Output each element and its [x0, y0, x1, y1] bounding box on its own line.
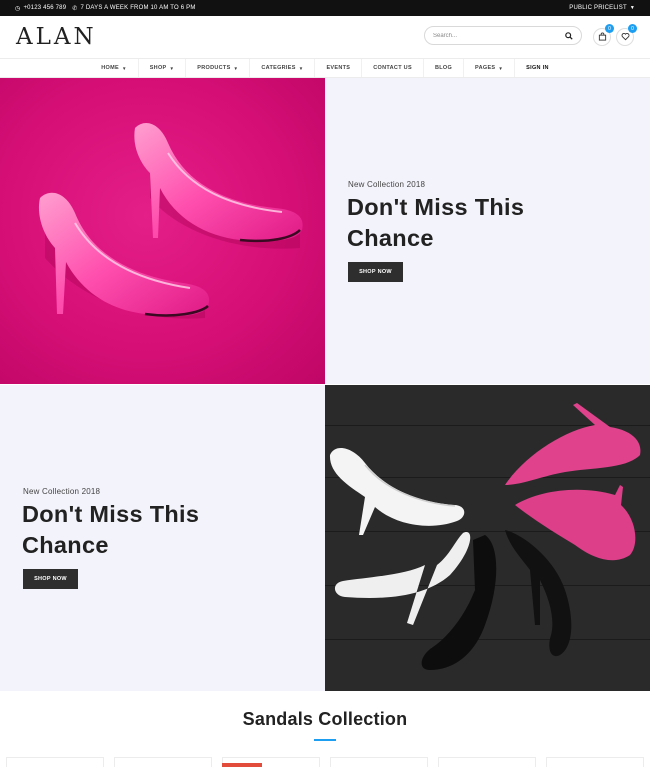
nav-label: SHOP [149, 65, 167, 71]
cart-count-badge: 0 [605, 24, 614, 33]
nav-item-categories[interactable]: CATEGRIES ▼ [250, 59, 316, 77]
nav-label: PRODUCTS [197, 65, 231, 71]
caret-down-icon: ▼ [629, 5, 635, 11]
banner-headline-line: Chance [22, 532, 109, 558]
nav-label: CATEGRIES [261, 65, 296, 71]
section-title: Sandals Collection [242, 709, 408, 729]
site-header: ALAN 0 0 [0, 16, 650, 58]
banner-text-panel-1: New Collection 2018 Don't Miss This Chan… [325, 78, 650, 384]
banner-image-mixed-heels[interactable] [325, 385, 650, 691]
opening-hours: 7 DAYS A WEEK FROM 10 AM TO 6 PM [80, 5, 196, 11]
caret-down-icon: ▼ [298, 65, 304, 71]
product-card[interactable] [330, 757, 428, 767]
banner-eyebrow: New Collection 2018 [23, 487, 101, 496]
banner-headline: Don't Miss This Chance [347, 192, 524, 254]
product-card[interactable] [546, 757, 644, 767]
mixed-heels-illustration [329, 403, 641, 670]
top-bar: ◷ +0123 456 789 ✆ 7 DAYS A WEEK FROM 10 … [0, 0, 650, 16]
nav-label: PAGES [475, 65, 496, 71]
clock-icon: ◷ [15, 5, 21, 12]
banner-headline: Don't Miss This Chance [22, 499, 199, 561]
main-nav: HOME ▼ SHOP ▼ PRODUCTS ▼ CATEGRIES ▼ EVENTS … [0, 58, 650, 78]
search-icon[interactable] [565, 31, 573, 40]
nav-item-sign-in[interactable]: SIGN IN [515, 59, 560, 77]
caret-down-icon: ▼ [169, 65, 175, 71]
product-card[interactable] [6, 757, 104, 767]
search-input[interactable] [433, 32, 553, 39]
banner-eyebrow: New Collection 2018 [348, 180, 426, 189]
pink-heels-illustration [38, 123, 303, 319]
nav-item-pages[interactable]: PAGES ▼ [464, 59, 516, 77]
nav-item-events[interactable]: EVENTS [315, 59, 363, 77]
wishlist-count-badge: 0 [628, 24, 637, 33]
search-box [424, 26, 582, 45]
banner-text-panel-2: New Collection 2018 Don't Miss This Chan… [0, 385, 325, 691]
sale-badge [222, 763, 262, 767]
shop-now-button[interactable]: SHOP NOW [348, 262, 403, 282]
nav-label: EVENTS [326, 65, 351, 71]
hours-info: ✆ 7 DAYS A WEEK FROM 10 AM TO 6 PM [72, 5, 195, 12]
wishlist-button[interactable]: 0 [616, 24, 637, 46]
nav-item-shop[interactable]: SHOP ▼ [139, 59, 187, 77]
pricelist-dropdown[interactable]: PUBLIC PRICELIST ▼ [569, 5, 635, 11]
caret-down-icon: ▼ [233, 65, 239, 71]
pricelist-label: PUBLIC PRICELIST [569, 5, 627, 11]
nav-item-contact[interactable]: CONTACT US [362, 59, 424, 77]
banner-headline-line: Don't Miss This [22, 501, 200, 527]
banner-headline-line: Chance [347, 225, 434, 251]
nav-label: BLOG [434, 65, 453, 71]
site-logo[interactable]: ALAN [16, 24, 97, 50]
banner-headline-line: Don't Miss This [347, 194, 525, 220]
nav-label: CONTACT US [373, 65, 412, 71]
shop-now-button[interactable]: SHOP NOW [23, 569, 78, 589]
caret-down-icon: ▼ [121, 65, 127, 71]
nav-label: HOME [101, 65, 119, 71]
banner-image-pink-heels[interactable] [0, 78, 325, 384]
product-card[interactable] [114, 757, 212, 767]
nav-item-products[interactable]: PRODUCTS ▼ [186, 59, 251, 77]
phone-icon: ✆ [72, 5, 78, 12]
cart-button[interactable]: 0 [593, 24, 614, 46]
phone-number[interactable]: +0123 456 789 [23, 5, 66, 11]
nav-item-home[interactable]: HOME ▼ [90, 59, 139, 77]
product-card[interactable] [438, 757, 536, 767]
nav-label: SIGN IN [526, 65, 549, 71]
nav-item-blog[interactable]: BLOG [424, 59, 465, 77]
phone-info: ◷ +0123 456 789 [15, 5, 66, 12]
title-underline [314, 739, 336, 741]
caret-down-icon: ▼ [498, 65, 504, 71]
